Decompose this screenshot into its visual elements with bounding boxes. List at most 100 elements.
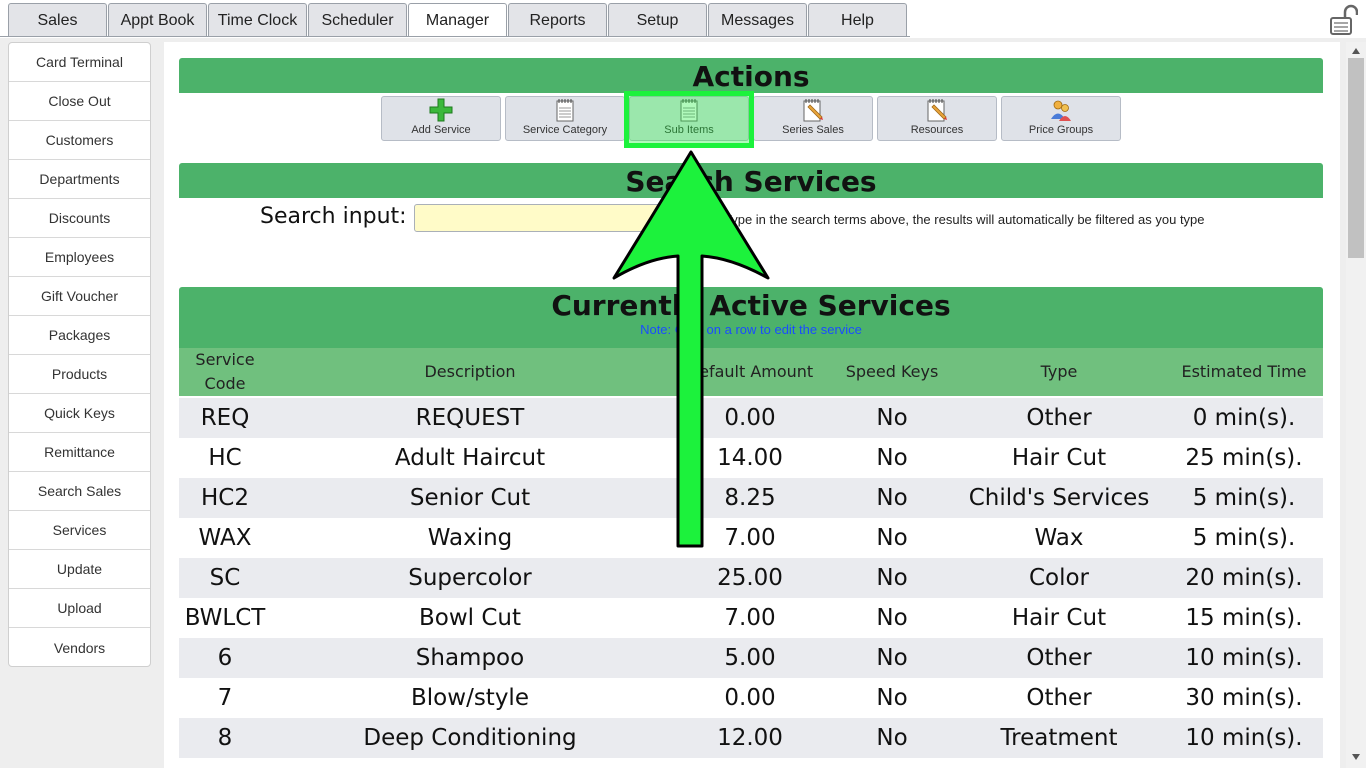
cell-speed-keys: No bbox=[876, 445, 908, 471]
col-description[interactable]: Description bbox=[271, 348, 669, 396]
tab-messages[interactable]: Messages bbox=[708, 3, 807, 37]
cell-time: 20 min(s). bbox=[1185, 565, 1303, 591]
active-services-title: Currently Active Services bbox=[551, 289, 951, 322]
search-label: Search input: bbox=[260, 204, 407, 229]
sidebar-item-gift-voucher[interactable]: Gift Voucher bbox=[9, 277, 150, 316]
cell-time: 15 min(s). bbox=[1185, 605, 1303, 631]
cell-speed-keys: No bbox=[876, 605, 908, 631]
col-speed-keys[interactable]: Speed Keys bbox=[831, 348, 953, 396]
scroll-down-icon[interactable] bbox=[1352, 754, 1360, 760]
price-groups-button[interactable]: Price Groups bbox=[1001, 96, 1121, 141]
resources-button[interactable]: Resources bbox=[877, 96, 997, 141]
sidebar-item-packages[interactable]: Packages bbox=[9, 316, 150, 355]
cell-code: 7 bbox=[217, 685, 233, 711]
sidebar-item-remittance[interactable]: Remittance bbox=[9, 433, 150, 472]
series-sales-label: Series Sales bbox=[782, 124, 844, 136]
tab-sales[interactable]: Sales bbox=[8, 3, 107, 37]
cell-amount: 5.00 bbox=[724, 645, 776, 671]
sidebar-item-departments[interactable]: Departments bbox=[9, 160, 150, 199]
sidebar-item-products[interactable]: Products bbox=[9, 355, 150, 394]
cell-speed-keys: No bbox=[876, 725, 908, 751]
sidebar-item-update[interactable]: Update bbox=[9, 550, 150, 589]
cell-time: 25 min(s). bbox=[1185, 445, 1303, 471]
sidebar-item-close-out[interactable]: Close Out bbox=[9, 82, 150, 121]
cell-type: Wax bbox=[1034, 525, 1084, 551]
tab-time-clock[interactable]: Time Clock bbox=[208, 3, 307, 37]
unlock-icon[interactable] bbox=[1328, 4, 1358, 36]
table-row[interactable]: 6 Shampoo 5.00 No Other 10 min(s). bbox=[179, 638, 1323, 678]
sidebar-item-services[interactable]: Services bbox=[9, 511, 150, 550]
cell-amount: 25.00 bbox=[717, 565, 783, 591]
vertical-scrollbar[interactable] bbox=[1346, 42, 1366, 768]
col-service-code[interactable]: Service Code bbox=[179, 348, 271, 396]
sidebar-item-customers[interactable]: Customers bbox=[9, 121, 150, 160]
table-row[interactable]: REQ REQUEST 0.00 No Other 0 min(s). bbox=[179, 398, 1323, 438]
col-default-amount[interactable]: Default Amount bbox=[669, 348, 831, 396]
cell-type: Color bbox=[1028, 565, 1090, 591]
cell-code: BWLCT bbox=[184, 605, 266, 631]
cell-amount: 0.00 bbox=[724, 685, 776, 711]
series-sales-button[interactable]: Series Sales bbox=[753, 96, 873, 141]
table-row[interactable]: HC Adult Haircut 14.00 No Hair Cut 25 mi… bbox=[179, 438, 1323, 478]
cell-code: WAX bbox=[198, 525, 252, 551]
service-category-button[interactable]: Service Category bbox=[505, 96, 625, 141]
service-category-label: Service Category bbox=[522, 124, 608, 136]
tab-setup[interactable]: Setup bbox=[608, 3, 707, 37]
search-services-header: Search Services bbox=[179, 163, 1323, 198]
cell-type: Other bbox=[1026, 685, 1092, 711]
cell-amount: 14.00 bbox=[717, 445, 783, 471]
cell-description: Shampoo bbox=[415, 645, 525, 671]
scroll-thumb[interactable] bbox=[1348, 58, 1364, 258]
cell-amount: 7.00 bbox=[724, 525, 776, 551]
sidebar-item-vendors[interactable]: Vendors bbox=[9, 628, 150, 667]
top-tab-bar: Sales Appt Book Time Clock Scheduler Man… bbox=[0, 0, 1366, 38]
cell-type: Other bbox=[1026, 405, 1092, 431]
table-row[interactable]: HC2 Senior Cut 8.25 No Child's Services … bbox=[179, 478, 1323, 518]
add-service-button[interactable]: Add Service bbox=[381, 96, 501, 141]
col-estimated-time[interactable]: Estimated Time bbox=[1165, 348, 1323, 396]
cell-description: Senior Cut bbox=[409, 485, 531, 511]
cell-type: Hair Cut bbox=[1011, 445, 1107, 471]
notepad-icon bbox=[556, 99, 574, 122]
sidebar-item-upload[interactable]: Upload bbox=[9, 589, 150, 628]
sidebar-item-card-terminal[interactable]: Card Terminal bbox=[9, 43, 150, 82]
cell-code: HC bbox=[208, 445, 242, 471]
cell-code: HC2 bbox=[201, 485, 249, 511]
tab-manager[interactable]: Manager bbox=[408, 3, 507, 37]
cell-speed-keys: No bbox=[876, 565, 908, 591]
table-row[interactable]: 7 Blow/style 0.00 No Other 30 min(s). bbox=[179, 678, 1323, 718]
tab-appt-book[interactable]: Appt Book bbox=[108, 3, 207, 37]
cell-time: 0 min(s). bbox=[1192, 405, 1296, 431]
sidebar-item-search-sales[interactable]: Search Sales bbox=[9, 472, 150, 511]
tab-help[interactable]: Help bbox=[808, 3, 907, 37]
pencil-notepad-icon bbox=[803, 99, 823, 122]
cell-amount: 7.00 bbox=[724, 605, 776, 631]
cell-speed-keys: No bbox=[876, 405, 908, 431]
cell-type: Treatment bbox=[1000, 725, 1118, 751]
table-row[interactable]: BWLCT Bowl Cut 7.00 No Hair Cut 15 min(s… bbox=[179, 598, 1323, 638]
people-icon bbox=[1051, 100, 1071, 121]
cell-amount: 12.00 bbox=[717, 725, 783, 751]
col-type[interactable]: Type bbox=[953, 348, 1165, 396]
sidebar-item-quick-keys[interactable]: Quick Keys bbox=[9, 394, 150, 433]
cell-description: Adult Haircut bbox=[394, 445, 546, 471]
cell-speed-keys: No bbox=[876, 645, 908, 671]
table-row[interactable]: 8 Deep Conditioning 12.00 No Treatment 1… bbox=[179, 718, 1323, 758]
table-row[interactable]: WAX Waxing 7.00 No Wax 5 min(s). bbox=[179, 518, 1323, 558]
cell-amount: 0.00 bbox=[724, 405, 776, 431]
cell-time: 5 min(s). bbox=[1192, 525, 1296, 551]
table-row[interactable]: SC Supercolor 25.00 No Color 20 min(s). bbox=[179, 558, 1323, 598]
sidebar-item-employees[interactable]: Employees bbox=[9, 238, 150, 277]
cell-speed-keys: No bbox=[876, 525, 908, 551]
cell-code: SC bbox=[209, 565, 241, 591]
cell-time: 30 min(s). bbox=[1185, 685, 1303, 711]
tab-reports[interactable]: Reports bbox=[508, 3, 607, 37]
resources-label: Resources bbox=[910, 124, 964, 136]
cell-code: REQ bbox=[200, 405, 250, 431]
scroll-up-icon[interactable] bbox=[1352, 48, 1360, 54]
tab-scheduler[interactable]: Scheduler bbox=[308, 3, 407, 37]
sidebar-item-discounts[interactable]: Discounts bbox=[9, 199, 150, 238]
cell-time: 10 min(s). bbox=[1185, 645, 1303, 671]
cell-description: Blow/style bbox=[411, 685, 529, 711]
search-input[interactable] bbox=[414, 204, 714, 232]
